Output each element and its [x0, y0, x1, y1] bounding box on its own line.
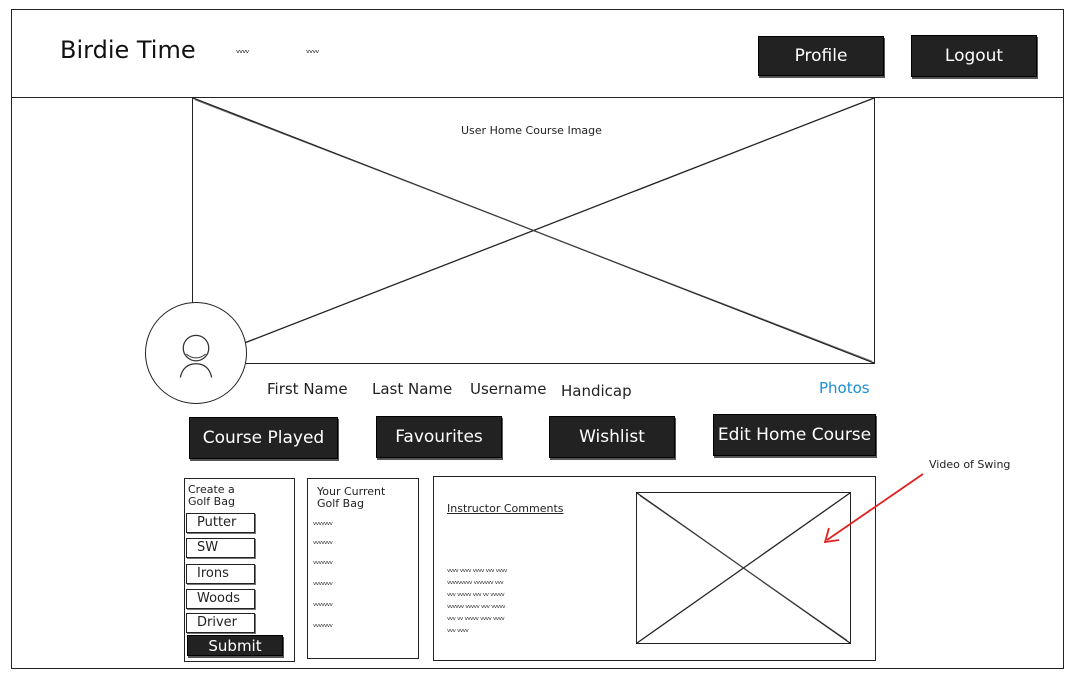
submit-button[interactable]: Submit	[187, 635, 283, 656]
bag-item: ᵥᵥᵥᵥᵥᵥᵥ	[313, 518, 333, 528]
first-name-label: First Name	[267, 380, 348, 398]
club-option-driver[interactable]: Driver	[186, 613, 255, 633]
comment-line: ᵥᵥᵥᵥᵥᵥᵥᵥᵥ ᵥᵥᵥᵥᵥᵥᵥ ᵥᵥᵥ	[447, 577, 504, 587]
home-course-image	[192, 97, 875, 364]
username-label: Username	[470, 380, 547, 398]
comment-line: ᵥᵥᵥ ᵥᵥᵥᵥᵥ ᵥᵥᵥ ᵥᵥ ᵥᵥᵥᵥᵥ	[447, 589, 505, 599]
avatar[interactable]	[145, 302, 247, 404]
club-option-putter[interactable]: Putter	[186, 513, 255, 533]
user-icon	[179, 334, 213, 378]
annotation-arrow-icon	[823, 473, 924, 544]
create-bag-title-line2: Golf Bag	[188, 495, 235, 508]
bag-item: ᵥᵥᵥᵥᵥᵥᵥ	[313, 537, 333, 547]
tab-edit-home-course[interactable]: Edit Home Course	[713, 414, 876, 456]
nav-link-placeholder-1[interactable]: ᵥᵥᵥᵥ	[236, 45, 250, 56]
profile-button[interactable]: Profile	[758, 36, 884, 76]
current-bag-title-line2: Golf Bag	[317, 497, 364, 510]
bag-item: ᵥᵥᵥᵥᵥᵥᵥ	[313, 578, 333, 588]
nav-link-placeholder-2[interactable]: ᵥᵥᵥᵥ	[306, 45, 320, 56]
photos-link[interactable]: Photos	[819, 379, 870, 397]
comment-line: ᵥᵥᵥᵥ ᵥᵥᵥᵥ ᵥᵥᵥᵥ ᵥᵥᵥ ᵥᵥᵥᵥ	[447, 565, 508, 575]
instructor-comments-heading: Instructor Comments	[447, 502, 564, 515]
image-placeholder-cross	[193, 98, 874, 363]
video-annotation: Video of Swing	[929, 458, 1011, 471]
tab-wishlist[interactable]: Wishlist	[549, 416, 675, 458]
club-option-sw[interactable]: SW	[186, 538, 255, 558]
hero-caption: User Home Course Image	[461, 124, 602, 137]
comment-line: ᵥᵥᵥ ᵥᵥ ᵥᵥᵥᵥᵥ ᵥᵥᵥᵥ ᵥᵥᵥᵥ	[447, 613, 505, 623]
brand-title: Birdie Time	[60, 36, 196, 64]
tab-course-played[interactable]: Course Played	[189, 417, 338, 459]
logout-button[interactable]: Logout	[911, 35, 1037, 77]
bag-item: ᵥᵥᵥᵥᵥᵥᵥ	[313, 557, 333, 567]
bag-item: ᵥᵥᵥᵥᵥᵥᵥ	[313, 599, 333, 609]
bag-item: ᵥᵥᵥᵥᵥᵥᵥ	[313, 620, 333, 630]
club-option-woods[interactable]: Woods	[186, 589, 255, 609]
tab-favourites[interactable]: Favourites	[376, 416, 502, 458]
handicap-label: Handicap	[561, 382, 632, 400]
last-name-label: Last Name	[372, 380, 453, 398]
comment-line: ᵥᵥᵥᵥᵥᵥ ᵥᵥᵥᵥᵥ ᵥᵥᵥ ᵥᵥᵥᵥᵥ	[447, 601, 506, 611]
club-option-irons[interactable]: Irons	[186, 564, 255, 584]
comment-line: ᵥᵥᵥ ᵥᵥᵥᵥ	[447, 625, 469, 635]
